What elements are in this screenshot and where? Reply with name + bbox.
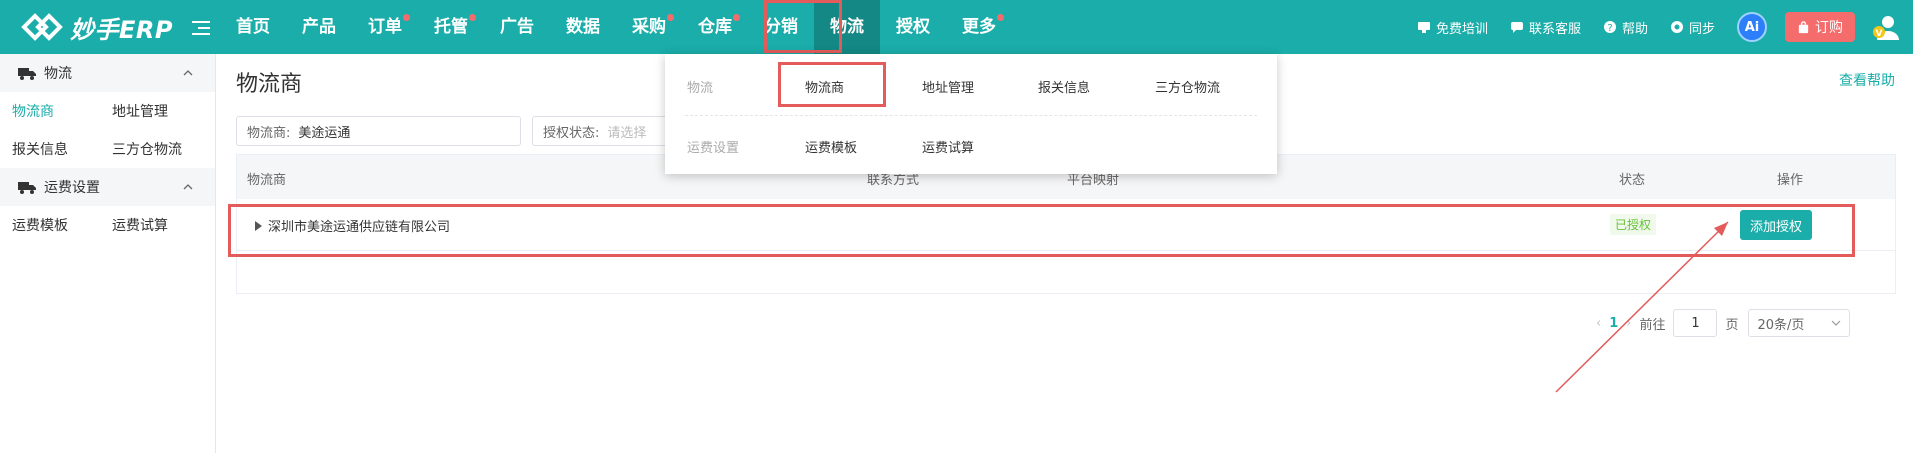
notification-dot bbox=[667, 14, 674, 21]
col-actions: 操作 bbox=[1777, 173, 1804, 188]
chevron-down-icon bbox=[1832, 320, 1841, 326]
logo-icon bbox=[21, 13, 63, 41]
logistics-dropdown-menu: 物流 物流商 地址管理 报关信息 三方仓物流 运费设置 运费模板 运费试算 bbox=[665, 54, 1277, 174]
sidebar-item-customs[interactable]: 报关信息 bbox=[0, 139, 100, 159]
page-number[interactable]: 1 bbox=[1609, 316, 1618, 331]
col-status: 状态 bbox=[1619, 173, 1646, 188]
truck-icon bbox=[18, 68, 36, 80]
nav-ads[interactable]: 广告 bbox=[484, 0, 550, 54]
pagination: ‹ 1 › 前往 1 页 20条/页 bbox=[1588, 309, 1851, 337]
sidebar-item-3pl[interactable]: 三方仓物流 bbox=[100, 139, 200, 159]
nav-distribution[interactable]: 分销 bbox=[748, 0, 814, 54]
menu-item-customs[interactable]: 报关信息 bbox=[1038, 77, 1090, 96]
truck-icon bbox=[18, 182, 36, 194]
sidebar-item-freight-calc[interactable]: 运费试算 bbox=[100, 215, 200, 235]
nav-purchase[interactable]: 采购 bbox=[616, 0, 682, 54]
page-suffix: 页 bbox=[1725, 317, 1739, 333]
sidebar-item-carriers[interactable]: 物流商 bbox=[0, 101, 100, 121]
menu-item-address[interactable]: 地址管理 bbox=[922, 77, 974, 96]
col-carrier: 物流商 bbox=[247, 173, 287, 188]
page-title: 物流商 bbox=[236, 72, 303, 97]
customer-service-link[interactable]: 联系客服 bbox=[1510, 18, 1581, 37]
user-avatar[interactable]: V bbox=[1871, 13, 1899, 41]
sidebar-group-logistics[interactable]: 物流 bbox=[0, 54, 215, 92]
menu-item-carriers[interactable]: 物流商 bbox=[805, 77, 844, 96]
table-row[interactable]: 深圳市美途运通供应链有限公司 已授权 添加授权 bbox=[237, 199, 1895, 251]
goto-page-input[interactable]: 1 bbox=[1673, 309, 1718, 337]
nav-warehouse[interactable]: 仓库 bbox=[682, 0, 748, 54]
sidebar-group-freight[interactable]: 运费设置 bbox=[0, 168, 215, 206]
sync-link[interactable]: 同步 bbox=[1670, 18, 1715, 37]
sync-icon bbox=[1670, 21, 1683, 33]
chat-icon bbox=[1510, 22, 1523, 33]
chevron-up-icon bbox=[183, 70, 193, 76]
goto-label: 前往 bbox=[1639, 317, 1666, 333]
dropdown-category-logistics: 物流 bbox=[687, 80, 714, 96]
top-navbar: 妙手ERP 首页 产品 订单 托管 广告 数据 采购 仓库 分销 物流 授权 更… bbox=[0, 0, 1913, 54]
notification-dot bbox=[997, 14, 1004, 21]
nav-products[interactable]: 产品 bbox=[286, 0, 352, 54]
order-button[interactable]: 订购 bbox=[1785, 12, 1855, 42]
question-icon: ? bbox=[1603, 21, 1616, 34]
nav-home[interactable]: 首页 bbox=[220, 0, 286, 54]
nav-logistics[interactable]: 物流 bbox=[814, 0, 880, 54]
main-nav: 首页 产品 订单 托管 广告 数据 采购 仓库 分销 物流 授权 更多 bbox=[220, 0, 1012, 54]
menu-item-freight-calc[interactable]: 运费试算 bbox=[922, 137, 974, 156]
next-page-icon[interactable]: › bbox=[1626, 316, 1631, 331]
sidebar-item-address[interactable]: 地址管理 bbox=[100, 101, 200, 121]
page-size-select[interactable]: 20条/页 bbox=[1748, 309, 1851, 337]
notification-dot bbox=[469, 14, 476, 21]
training-icon bbox=[1417, 22, 1430, 33]
sidebar: 物流 物流商 地址管理 报关信息 三方仓物流 运费设置 运费模板 运费试算 bbox=[0, 54, 216, 453]
prev-page-icon[interactable]: ‹ bbox=[1596, 316, 1601, 331]
menu-item-freight-template[interactable]: 运费模板 bbox=[805, 137, 857, 156]
carrier-filter[interactable]: 物流商: 美途运通 bbox=[236, 116, 521, 146]
notification-dot bbox=[733, 14, 740, 21]
help-link[interactable]: ? 帮助 bbox=[1603, 18, 1648, 37]
add-authorization-button[interactable]: 添加授权 bbox=[1740, 210, 1812, 240]
menu-toggle-icon[interactable] bbox=[192, 17, 210, 37]
view-help-link[interactable]: 查看帮助 bbox=[1839, 70, 1895, 90]
nav-authorization[interactable]: 授权 bbox=[880, 0, 946, 54]
nav-more[interactable]: 更多 bbox=[946, 0, 1012, 54]
status-badge: 已授权 bbox=[1610, 214, 1657, 235]
svg-text:?: ? bbox=[1607, 23, 1612, 34]
nav-hosting[interactable]: 托管 bbox=[418, 0, 484, 54]
menu-item-3pl[interactable]: 三方仓物流 bbox=[1155, 77, 1220, 96]
sidebar-item-freight-template[interactable]: 运费模板 bbox=[0, 215, 100, 235]
chevron-up-icon bbox=[183, 184, 193, 190]
carrier-name: 深圳市美途运通供应链有限公司 bbox=[268, 220, 451, 235]
header-tools: 免费培训 联系客服 ? 帮助 同步 Ai 订购 V bbox=[1417, 0, 1913, 54]
carrier-table: 物流商 联系方式 平台映射 状态 操作 深圳市美途运通供应链有限公司 已授权 添… bbox=[236, 154, 1896, 294]
nav-data[interactable]: 数据 bbox=[550, 0, 616, 54]
logo[interactable]: 妙手ERP bbox=[18, 10, 173, 44]
user-icon: V bbox=[1873, 16, 1899, 40]
logo-text: 妙手ERP bbox=[70, 15, 173, 44]
nav-orders[interactable]: 订单 bbox=[352, 0, 418, 54]
expand-arrow-icon[interactable] bbox=[255, 220, 262, 231]
dropdown-category-freight: 运费设置 bbox=[687, 140, 740, 156]
training-link[interactable]: 免费培训 bbox=[1417, 18, 1488, 37]
bag-icon bbox=[1798, 20, 1809, 33]
notification-dot bbox=[403, 14, 410, 21]
ai-assistant-button[interactable]: Ai bbox=[1737, 12, 1767, 42]
svg-text:V: V bbox=[1876, 29, 1883, 39]
dropdown-divider bbox=[685, 115, 1257, 116]
